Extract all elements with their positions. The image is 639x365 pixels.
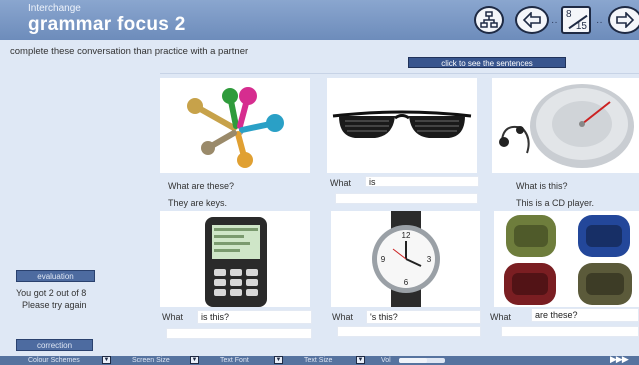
text-font-label: Text Font [220,357,249,364]
cd-player-image [492,78,639,173]
card6-question-input[interactable]: are these? [531,308,639,322]
correction-button[interactable]: correction [16,339,93,351]
sitemap-icon [480,11,498,28]
svg-text:3: 3 [427,255,432,264]
svg-text:6: 6 [404,278,409,287]
keys-image [160,78,310,173]
card5-question-input[interactable]: 's this? [366,310,481,324]
menu-button[interactable] [474,6,504,34]
card6-question-label: What [490,312,512,322]
arrow-right-icon [616,12,635,28]
card3-question: What is this? [516,181,568,191]
card4-question-label: What [162,312,184,322]
nav-dots-2: ·· [596,17,603,28]
card1-answer: They are keys. [168,198,228,208]
evaluation-button[interactable]: evaluation [16,270,95,282]
card2-question-label: What [330,178,352,188]
forward-arrows-icon[interactable]: ▶▶▶ [610,355,629,364]
card5-question-label: What [332,312,354,322]
volume-fill [399,358,427,363]
card4-question-input[interactable]: is this? [197,310,312,324]
card5-answer-input[interactable] [337,326,481,337]
svg-text:12: 12 [402,231,411,240]
retry-text: Please try again [22,300,87,310]
page-indicator: 8 15 [561,6,591,34]
app-subtitle: Interchange [28,3,81,14]
next-button[interactable] [608,6,639,34]
screen-size-label: Screen Size [132,357,170,364]
screen-size-dropdown[interactable]: ▼ [190,356,199,364]
backpacks-image [494,211,639,307]
cellphone-image [160,211,310,307]
page-title: grammar focus 2 [28,14,186,35]
text-font-dropdown[interactable]: ▼ [274,356,283,364]
card2-question-input[interactable]: is [365,176,479,187]
nav-dots: ·· [551,17,558,28]
page-current: 8 [566,9,572,20]
text-size-dropdown[interactable]: ▼ [356,356,365,364]
instruction-text: complete these conversation than practic… [10,46,249,57]
card1-question: What are these? [168,181,235,191]
watch-image: 12 3 6 9 [331,211,480,307]
header-bar: Interchange grammar focus 2 ·· 8 15 ·· [0,0,639,40]
bottom-toolbar: Colour Schemes ▼ Screen Size ▼ Text Font… [0,355,639,365]
text-size-label: Text Size [304,357,333,364]
score-text: You got 2 out of 8 [16,288,87,298]
card6-answer-input[interactable] [501,326,639,337]
see-sentences-button[interactable]: click to see the sentences [408,57,566,68]
colour-schemes-dropdown[interactable]: ▼ [102,356,111,364]
sunglasses-image [327,78,477,173]
svg-text:9: 9 [381,255,386,264]
card2-answer-input[interactable] [335,193,478,204]
card3-answer: This is a CD player. [516,198,595,208]
volume-slider[interactable] [399,358,445,363]
divider [160,73,639,74]
colour-schemes-label: Colour Schemes [28,357,80,364]
previous-button[interactable] [515,6,549,34]
card4-answer-input[interactable] [166,328,312,339]
arrow-left-icon [522,12,541,28]
volume-label: Vol [381,357,391,364]
page-total: 15 [575,21,587,32]
